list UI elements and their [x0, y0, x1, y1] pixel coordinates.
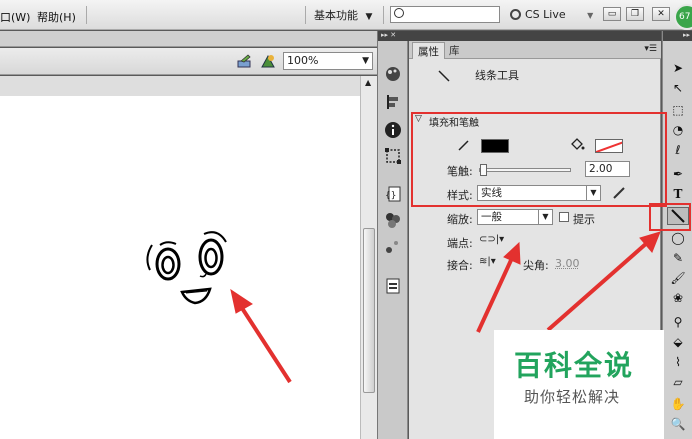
menu-window[interactable]: 口(W) [0, 9, 30, 25]
hint-label: 提示 [573, 213, 595, 226]
watermark-logo: 百科全说 助你轻松解决 [494, 330, 664, 439]
panel-dock-strip: ▸▸ ✕ {} [377, 31, 409, 439]
deco-tool-icon[interactable]: ❀ [667, 289, 689, 307]
zoom-tool-icon[interactable]: 🔍 [667, 415, 689, 433]
3d-rotation-tool-icon[interactable]: ◔ [667, 121, 689, 139]
svg-text:{}: {} [385, 191, 396, 201]
panel-tabs: 属性 库 ▾☰ [409, 41, 661, 59]
workspace-switcher[interactable]: 基本功能 ▼ [310, 5, 376, 24]
tab-library[interactable]: 库 [444, 42, 465, 59]
cap-label: 端点: [447, 237, 473, 250]
highlight-fill-stroke-section [411, 112, 667, 207]
highlight-line-tool [649, 203, 691, 231]
scale-dropdown[interactable]: 一般 ▼ [477, 209, 553, 225]
hint-checkbox[interactable] [559, 212, 569, 222]
menu-bar: 口(W) 帮助(H) 基本功能 ▼ CS Live ▼ ▭ ❐ ✕ 67 [0, 0, 692, 30]
edit-symbols-icon[interactable] [236, 53, 254, 69]
minimize-button[interactable]: ▭ [603, 7, 621, 21]
chevron-down-icon: ▼ [587, 11, 594, 20]
zoom-value: 100% [287, 54, 319, 67]
watermark-title: 百科全说 [514, 349, 635, 382]
collapse-icon[interactable]: ▸▸ ✕ [378, 31, 409, 41]
speed-badge: 67 [674, 4, 692, 30]
menu-divider [383, 6, 384, 24]
scale-label: 缩放: [447, 213, 473, 226]
motion-presets-icon[interactable] [384, 237, 402, 255]
vertical-scrollbar[interactable]: ▲ [360, 76, 377, 439]
join-label: 接合: [447, 259, 473, 272]
scroll-thumb[interactable] [363, 228, 375, 393]
selection-tool-icon[interactable]: ➤ [667, 59, 689, 77]
text-tool-icon[interactable]: T [667, 185, 689, 203]
expand-icon[interactable]: ▸▸ [663, 31, 692, 41]
color-icon[interactable] [384, 65, 402, 83]
stage-header [0, 31, 378, 47]
miter-value[interactable]: 3.00 [555, 257, 580, 270]
restore-button[interactable]: ❐ [626, 7, 644, 21]
chevron-down-icon: ▼ [365, 12, 373, 22]
brush-tool-icon[interactable]: 🖌 [667, 269, 689, 287]
cap-dropdown[interactable]: ⊂⊃|▾ [479, 234, 504, 245]
subselection-tool-icon[interactable]: ↖ [667, 79, 689, 97]
join-dropdown[interactable]: ≋|▾ [479, 256, 496, 267]
stage-toolbar: 100% ▼ [0, 48, 378, 75]
search-icon [394, 8, 404, 18]
chevron-down-icon: ▼ [362, 56, 369, 66]
lasso-tool-icon[interactable]: ℓ [667, 141, 689, 159]
pencil-tool-icon[interactable]: ✎ [667, 249, 689, 267]
transform-icon[interactable] [384, 147, 402, 165]
search-input[interactable] [390, 6, 500, 23]
align-icon[interactable] [384, 93, 402, 111]
edit-scene-icon[interactable] [259, 53, 277, 69]
miter-label: 尖角: [523, 259, 549, 272]
eraser-tool-icon[interactable]: ▱ [667, 373, 689, 391]
menu-help[interactable]: 帮助(H) [37, 9, 76, 25]
info-icon[interactable] [384, 121, 402, 139]
cs-live-label: CS Live [525, 8, 566, 21]
tools-panel: ▸▸ ➤ ↖ ⬚ ◔ ℓ ✒ T ◯ ✎ 🖌 ❀ ⚲ ⬙ ⌇ ▱ ✋ 🔍 [662, 31, 692, 439]
tool-name: 线条工具 [475, 69, 519, 82]
panel-titlebar [409, 31, 661, 41]
zoom-select[interactable]: 100% ▼ [283, 52, 373, 70]
paint-bucket-tool-icon[interactable]: ⬙ [667, 333, 689, 351]
tab-properties[interactable]: 属性 [412, 42, 445, 59]
hand-tool-icon[interactable]: ✋ [667, 395, 689, 413]
cs-live-icon [510, 9, 521, 20]
menu-divider [305, 6, 306, 24]
cs-live-button[interactable]: CS Live ▼ [510, 8, 593, 21]
stage-canvas[interactable] [0, 96, 360, 439]
eyedropper-tool-icon[interactable]: ⌇ [667, 353, 689, 371]
scale-value: 一般 [481, 211, 502, 223]
free-transform-tool-icon[interactable]: ⬚ [667, 101, 689, 119]
menu-divider [86, 6, 87, 24]
watermark-subtitle: 助你轻松解决 [524, 388, 621, 406]
bone-tool-icon[interactable]: ⚲ [667, 313, 689, 331]
line-tool-icon [438, 70, 450, 82]
panel-menu-icon[interactable]: ▾☰ [644, 44, 657, 54]
workspace-label: 基本功能 [314, 9, 358, 22]
pen-tool-icon[interactable]: ✒ [667, 165, 689, 183]
library-icon[interactable] [384, 277, 402, 295]
chevron-down-icon: ▼ [538, 210, 552, 224]
actions-icon[interactable]: {} [384, 185, 402, 203]
oval-tool-icon[interactable]: ◯ [667, 229, 689, 247]
close-button[interactable]: ✕ [652, 7, 670, 21]
components-icon[interactable] [384, 211, 402, 229]
scroll-up-icon[interactable]: ▲ [365, 78, 371, 87]
